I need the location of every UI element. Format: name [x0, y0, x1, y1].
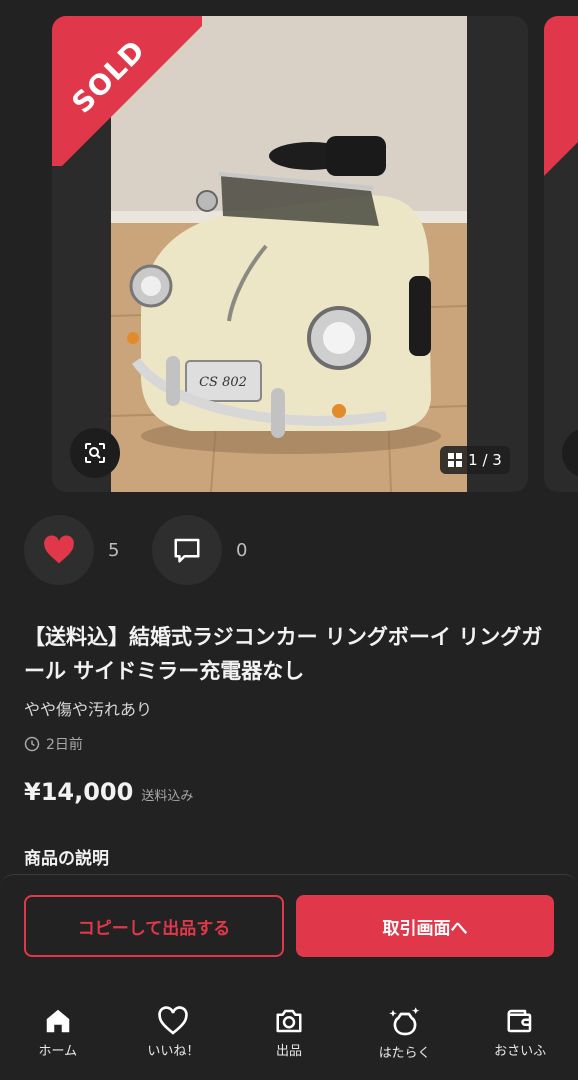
clock-icon: [24, 736, 40, 752]
sparkle-bag-icon: [388, 1007, 420, 1036]
heart-icon: [44, 535, 74, 564]
social-actions: 5 0: [24, 515, 266, 585]
tab-sell-label: 出品: [275, 1044, 302, 1059]
like-button[interactable]: [24, 515, 94, 585]
zoom-button[interactable]: [70, 428, 120, 478]
sold-ribbon: SOLD: [52, 16, 202, 166]
item-condition: やや傷や汚れあり: [24, 700, 153, 719]
like-count: 5: [108, 539, 120, 561]
tab-work-label: はたらく: [378, 1046, 431, 1061]
comment-count: 0: [236, 539, 248, 561]
image-counter-text: 1 / 3: [468, 451, 502, 469]
price: ¥14,000 送料込み: [24, 778, 193, 806]
home-icon: [46, 1009, 70, 1033]
plate-text: CS 802: [199, 375, 247, 390]
image-counter: 1 / 3: [440, 446, 510, 474]
image-carousel[interactable]: CS 802 SOLD 1 / 3: [0, 0, 578, 500]
tab-wallet[interactable]: おさいふ: [462, 1000, 578, 1080]
copy-listing-button[interactable]: コピーして出品する: [24, 895, 284, 957]
grid-icon: [448, 453, 463, 467]
shipping-note: 送料込み: [141, 789, 194, 804]
heart-outline-icon: [158, 1006, 189, 1035]
go-to-transaction-button[interactable]: 取引画面へ: [296, 895, 554, 957]
next-image-slide[interactable]: [544, 16, 578, 492]
tab-work[interactable]: はたらく: [347, 1000, 463, 1080]
comment-button[interactable]: [152, 515, 222, 585]
zoom-scan-icon: [85, 443, 105, 463]
tab-likes[interactable]: いいね！: [116, 1000, 232, 1080]
comment-icon: [174, 538, 200, 563]
price-value: ¥14,000: [24, 778, 134, 806]
tab-sell[interactable]: 出品: [231, 1000, 347, 1080]
listing-title: 【送料込】結婚式ラジコンカー リングボーイ リングガール サイドミラー充電器なし: [24, 625, 543, 683]
tab-home-label: ホーム: [38, 1044, 78, 1059]
tab-wallet-label: おさいふ: [494, 1044, 547, 1059]
tab-home[interactable]: ホーム: [0, 1000, 116, 1080]
product-image-slide[interactable]: CS 802 SOLD: [52, 16, 528, 492]
wallet-icon: [507, 1009, 532, 1033]
camera-icon: [276, 1009, 302, 1033]
bottom-tab-bar: ホーム いいね！ 出品 はたらく おさいふ: [0, 1000, 578, 1080]
posted-time-text: 2日前: [46, 737, 83, 753]
tab-likes-label: いいね！: [147, 1044, 200, 1059]
next-sold-ribbon: [544, 16, 578, 176]
description-heading: 商品の説明: [24, 849, 109, 869]
posted-time: 2日前: [24, 734, 83, 754]
